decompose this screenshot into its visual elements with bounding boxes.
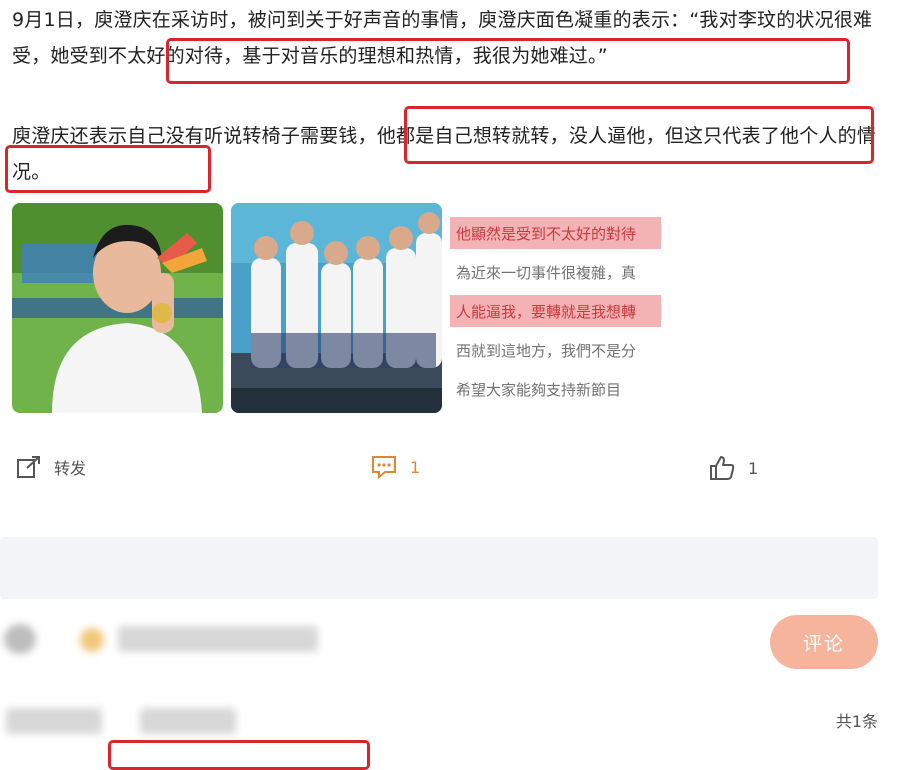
gallery-image-3[interactable]: 他顯然是受到不太好的對待 為近來一切事件很複雜，真 人能逼我，要轉就是我想轉 西… [450,203,661,413]
comment-total: 共1条 [835,712,878,731]
image-gallery: 他顯然是受到不太好的對待 為近來一切事件很複雜，真 人能逼我，要轉就是我想轉 西… [12,203,661,413]
share-button[interactable]: 转发 [16,454,86,480]
blurred-username [6,708,102,734]
comment-icon [372,456,396,480]
blurred-username [140,708,236,734]
article-paragraph-2: 庾澄庆还表示自己没有听说转椅子需要钱，他都是自己想转就转，没人逼他，但这只代表了… [12,118,880,190]
image-text-line: 人能逼我，要轉就是我想轉 [456,303,637,321]
paragraph-1-highlighted-text: 她受到不太好的对待，基于对音乐的理想和热情，我很为她难过。” [50,45,608,67]
photo-group-on-stage [231,203,442,413]
emoji-icon[interactable] [80,628,104,652]
share-label: 转发 [54,459,87,478]
image-text-line: 為近來一切事件很複雜，真 [456,264,637,282]
highlight-box [108,740,370,770]
like-count: 1 [748,458,759,478]
submit-comment-button[interactable]: 评论 [770,615,878,669]
submit-comment-label: 评论 [802,632,845,655]
photo-man-with-medal [12,203,223,413]
action-bar: 转发 1 1 [0,448,900,488]
image-text-line: 希望大家能夠支持新節目 [456,381,622,399]
image-text-line: 西就到這地方，我們不是分 [456,342,637,360]
paragraph-2-text: 庾澄庆还表示自己没有听说转椅子需要钱， [12,125,377,147]
gallery-image-2[interactable] [231,203,442,413]
comment-button[interactable]: 1 [370,454,420,480]
blurred-toolbar [118,626,318,652]
article-paragraph-1: 9月1日，庾澄庆在采访时，被问到关于好声音的事情，庾澄庆面色凝重的表示：“我对李… [12,2,880,74]
thumbs-up-icon [710,456,735,480]
comment-count: 1 [410,457,421,477]
share-icon [17,456,40,478]
avatar [4,624,36,654]
comment-input[interactable] [0,537,878,599]
image-text-line: 他顯然是受到不太好的對待 [456,225,637,243]
comment-toolbar [0,610,900,680]
like-button[interactable]: 1 [708,454,758,482]
gallery-image-1[interactable] [12,203,223,413]
